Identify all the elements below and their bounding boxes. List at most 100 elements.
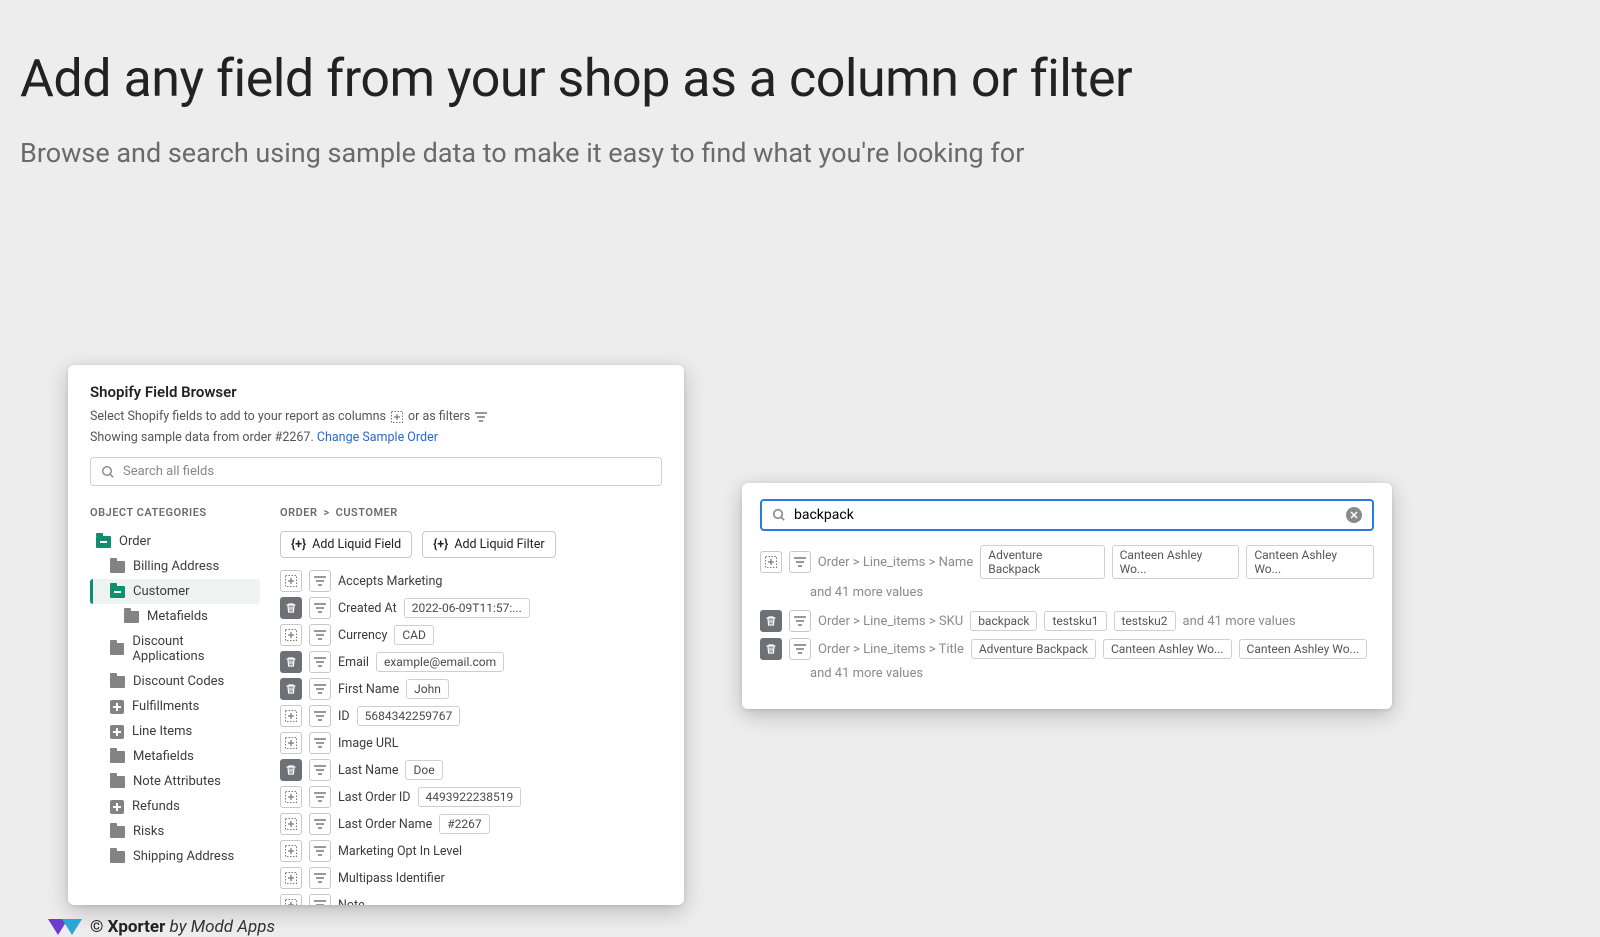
category-label: Discount Applications [132,634,254,664]
more-values-inline: and 41 more values [1183,614,1296,629]
category-item[interactable]: Shipping Address [90,844,260,869]
breadcrumb: ORDER > CUSTOMER [280,506,662,519]
category-item[interactable]: Customer [90,579,260,604]
field-name: Accepts Marketing [338,574,442,589]
field-row: Last Order ID 4493922238519 [280,786,662,808]
add-filter-button[interactable] [309,786,331,808]
add-column-button[interactable] [760,551,782,573]
add-filter-button[interactable] [309,597,331,619]
add-filter-button[interactable] [789,638,811,660]
remove-column-button[interactable] [280,678,302,700]
add-filter-button[interactable] [309,624,331,646]
add-column-button[interactable] [280,813,302,835]
field-row: Multipass Identifier [280,867,662,889]
expand-icon [110,725,124,739]
expand-icon [110,700,124,714]
field-sample-value: John [406,679,449,699]
field-row: CurrencyCAD [280,624,662,646]
add-column-button[interactable] [280,867,302,889]
category-label: Metafields [147,609,208,624]
more-values-text: and 41 more values [810,666,1374,681]
add-filter-button[interactable] [309,705,331,727]
change-sample-order-link[interactable]: Change Sample Order [317,430,438,445]
field-name: Last Order Name [338,817,432,832]
field-row: First Name John [280,678,662,700]
add-column-button[interactable] [280,570,302,592]
remove-column-button[interactable] [280,651,302,673]
add-filter-button[interactable] [309,813,331,835]
field-name: Last Name [338,763,398,778]
folder-icon [110,561,125,573]
field-row: Marketing Opt In Level [280,840,662,862]
result-value-chip: testsku2 [1114,611,1176,631]
remove-column-button[interactable] [280,759,302,781]
add-filter-button[interactable] [309,570,331,592]
add-column-icon [390,410,404,424]
folder-icon [124,611,139,623]
search-backpack-input[interactable] [760,499,1374,531]
category-label: Note Attributes [133,774,221,789]
add-filter-button[interactable] [789,551,811,573]
field-name: Marketing Opt In Level [338,844,462,859]
add-filter-button[interactable] [309,867,331,889]
field-name: First Name [338,682,399,697]
categories-heading: OBJECT CATEGORIES [90,506,260,519]
add-column-button[interactable] [280,624,302,646]
remove-column-button[interactable] [280,597,302,619]
category-label: Line Items [132,724,192,739]
add-filter-button[interactable] [309,651,331,673]
add-filter-button[interactable] [309,678,331,700]
field-sample-value: 4493922238519 [418,787,522,807]
category-item[interactable]: Refunds [90,794,260,819]
category-label: Billing Address [133,559,219,574]
result-value-chip: Canteen Ashley Wo... [1112,545,1240,579]
result-value-chip: Adventure Backpack [980,545,1104,579]
search-all-fields-input[interactable]: Search all fields [90,457,662,486]
add-liquid-filter-button[interactable]: {+}Add Liquid Filter [422,531,555,558]
remove-column-button[interactable] [760,610,782,632]
category-item[interactable]: Note Attributes [90,769,260,794]
category-item[interactable]: Discount Codes [90,669,260,694]
field-sample-value: #2267 [439,814,489,834]
category-item[interactable]: Risks [90,819,260,844]
search-result-row: Order > Line_items > NameAdventure Backp… [760,545,1374,579]
add-liquid-field-button[interactable]: {+}Add Liquid Field [280,531,412,558]
remove-column-button[interactable] [760,638,782,660]
category-item[interactable]: Billing Address [90,554,260,579]
field-name: Created At [338,601,397,616]
category-item[interactable]: Metafields [90,604,260,629]
panel-description: Select Shopify fields to add to your rep… [90,409,662,424]
field-row: Emailexample@email.com [280,651,662,673]
category-item[interactable]: Discount Applications [90,629,260,669]
search-result-row: Order > Line_items > SKUbackpacktestsku1… [760,610,1374,632]
category-item[interactable]: Line Items [90,719,260,744]
add-column-button[interactable] [280,786,302,808]
add-filter-button[interactable] [309,759,331,781]
add-column-button[interactable] [280,732,302,754]
category-item[interactable]: Order [90,529,260,554]
category-item[interactable]: Metafields [90,744,260,769]
add-column-button[interactable] [280,705,302,727]
add-column-button[interactable] [280,840,302,862]
category-label: Refunds [132,799,180,814]
add-filter-button[interactable] [789,610,811,632]
xporter-logo-icon [48,919,82,935]
field-row: Last Order Name #2267 [280,813,662,835]
attribution: © Xporter by Modd Apps [48,917,275,937]
category-label: Order [119,534,151,549]
add-filter-button[interactable] [309,840,331,862]
field-row: Accepts Marketing [280,570,662,592]
clear-search-icon[interactable] [1346,507,1362,523]
field-sample-value: 2022-06-09T11:57:... [404,598,530,618]
search-input-field[interactable] [794,507,1338,523]
category-label: Metafields [133,749,194,764]
result-path: Order > Line_items > Title [818,642,964,657]
field-row: Created At 2022-06-09T11:57:... [280,597,662,619]
result-value-chip: backpack [970,611,1037,631]
category-item[interactable]: Fulfillments [90,694,260,719]
field-name: Last Order ID [338,790,411,805]
field-sample-value: CAD [394,625,434,645]
folder-icon [110,776,125,788]
page-headline: Add any field from your shop as a column… [0,0,1600,109]
add-filter-button[interactable] [309,732,331,754]
